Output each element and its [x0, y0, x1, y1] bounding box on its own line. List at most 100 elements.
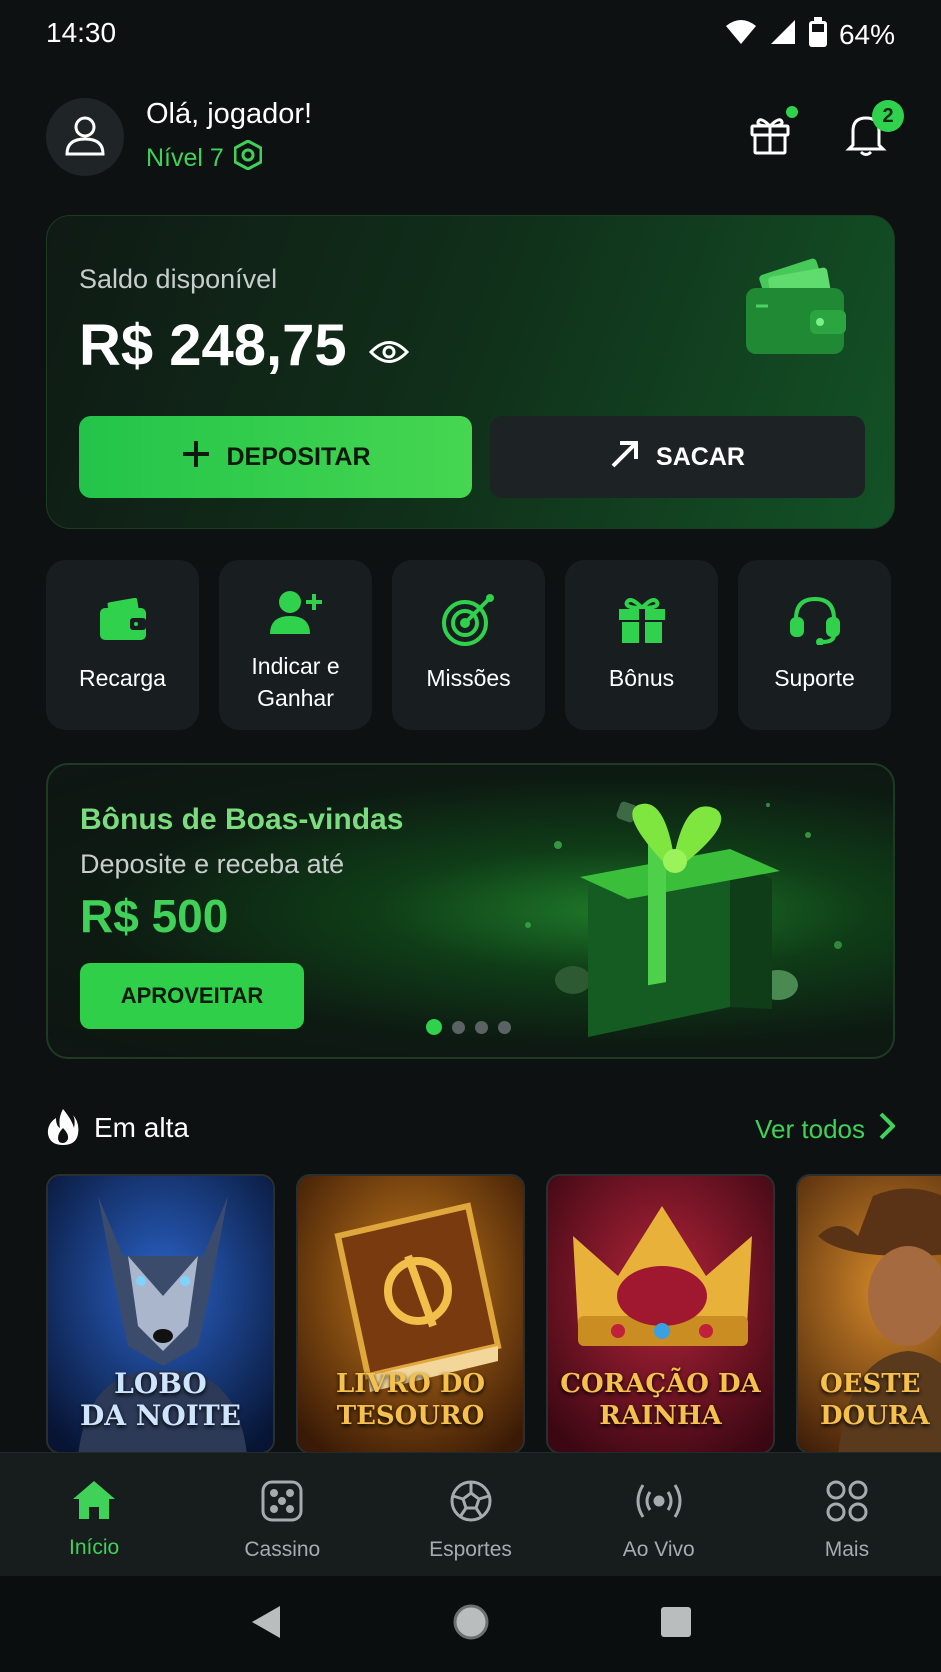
quick-action-bonus[interactable]: Bônus	[565, 560, 718, 730]
promo-title: Bônus de Boas-vindas	[80, 803, 404, 836]
user-icon	[63, 113, 107, 162]
quick-action-suporte[interactable]: Suporte	[738, 560, 891, 730]
game-card[interactable]: OESTE DOURA	[796, 1174, 941, 1454]
nav-item-esportes[interactable]: Esportes	[376, 1453, 564, 1576]
withdraw-label: SACAR	[656, 442, 745, 471]
game-card[interactable]: CORAÇÃO DA RAINHA	[546, 1174, 775, 1454]
promo-banner[interactable]: Bônus de Boas-vindas Deposite e receba a…	[46, 763, 895, 1059]
nav-item-ao-vivo[interactable]: Ao Vivo	[565, 1453, 753, 1576]
balance-card: Saldo disponível R$ 248,75 DEPOSITAR SAC…	[46, 215, 895, 529]
nav-item-cassino[interactable]: Cassino	[188, 1453, 376, 1576]
game-title-line1: CORAÇÃO DA	[560, 1369, 761, 1399]
balance-value-row: R$ 248,75	[79, 312, 409, 379]
battery-percent: 64%	[838, 18, 895, 50]
plus-icon	[181, 439, 211, 476]
nav-label: Mais	[824, 1538, 870, 1561]
battery-icon	[808, 17, 827, 52]
carousel-dot[interactable]	[452, 1020, 465, 1034]
trending-header: Em alta Ver todos	[46, 1108, 896, 1152]
wallet-icon	[98, 590, 148, 650]
eye-icon[interactable]	[368, 312, 409, 379]
game-title: LOBO DA NOITE	[48, 1368, 273, 1432]
broadcast-icon	[635, 1479, 683, 1528]
nav-label: Ao Vivo	[622, 1538, 695, 1561]
wallet-illustration	[740, 258, 850, 358]
wifi-icon	[725, 18, 757, 51]
gift-indicator-dot	[786, 106, 798, 118]
trending-games-carousel[interactable]: LOBO DA NOITE LIVRO DO TESOURO CORAÇÃO D…	[46, 1174, 941, 1454]
nav-item-inicio[interactable]: Início	[0, 1453, 188, 1576]
quick-action-missoes[interactable]: Missões	[392, 560, 545, 730]
see-all-link[interactable]: Ver todos	[755, 1112, 896, 1147]
promo-claim-button[interactable]: APROVEITAR	[80, 963, 304, 1029]
nav-label: Cassino	[244, 1538, 321, 1561]
game-title-line2: DA NOITE	[79, 1399, 241, 1432]
game-title-line1: LIVRO DO	[335, 1369, 486, 1399]
nav-label: Esportes	[429, 1538, 512, 1561]
nav-label: Início	[69, 1536, 120, 1559]
quick-action-label: Indicar e Ganhar	[251, 653, 340, 711]
status-icons: 64%	[725, 17, 895, 52]
gift-icon	[617, 590, 667, 650]
gift-box-illustration	[468, 775, 888, 1055]
gift-icon	[748, 112, 792, 161]
game-card[interactable]: LOBO DA NOITE	[46, 1174, 275, 1454]
system-navigation-bar	[0, 1576, 941, 1672]
signal-icon	[769, 18, 797, 51]
gift-button[interactable]	[742, 106, 798, 164]
bottom-nav: Início Cassino Esportes Ao Vivo Mais	[0, 1452, 941, 1576]
quick-action-label: Missões	[426, 665, 511, 691]
quick-action-label: Bônus	[608, 665, 675, 691]
chevron-right-icon	[879, 1112, 896, 1147]
fire-icon	[46, 1108, 80, 1151]
notifications-button[interactable]: 2	[838, 100, 904, 164]
recents-icon[interactable]	[660, 1606, 692, 1643]
carousel-dots	[426, 1019, 511, 1035]
quick-action-recarga[interactable]: Recarga	[46, 560, 199, 730]
game-title-line2: TESOURO	[336, 1401, 485, 1431]
home-circle-icon[interactable]	[452, 1603, 490, 1646]
status-bar: 14:30 64%	[0, 0, 941, 68]
game-title: LIVRO DO TESOURO	[298, 1368, 523, 1432]
carousel-dot[interactable]	[475, 1020, 488, 1034]
carousel-dot-active[interactable]	[426, 1019, 442, 1035]
add-user-icon	[269, 582, 322, 642]
game-title-line1: LOBO	[114, 1367, 207, 1400]
quick-actions: Recarga Indicar e Ganhar Missões Bônus S…	[46, 560, 895, 730]
balance-label: Saldo disponível	[79, 264, 278, 294]
status-time: 14:30	[46, 17, 117, 48]
game-card[interactable]: LIVRO DO TESOURO	[296, 1174, 525, 1454]
promo-amount: R$ 500	[80, 890, 229, 942]
notification-badge: 2	[872, 100, 904, 132]
deposit-button[interactable]: DEPOSITAR	[79, 416, 472, 498]
withdraw-button[interactable]: SACAR	[490, 416, 865, 498]
target-icon	[441, 590, 497, 650]
quick-action-label: Recarga	[79, 665, 166, 691]
greeting: Olá, jogador!	[146, 98, 313, 130]
game-title-line2: RAINHA	[599, 1401, 722, 1431]
level-label: Nível 7	[146, 144, 224, 172]
arrow-up-right-icon	[610, 439, 640, 476]
dice-icon	[260, 1479, 304, 1528]
avatar[interactable]	[46, 98, 124, 176]
carousel-dot[interactable]	[498, 1020, 511, 1034]
header: Olá, jogador! Nível 7 2	[46, 98, 904, 178]
deposit-label: DEPOSITAR	[226, 442, 371, 471]
back-icon[interactable]	[250, 1604, 282, 1645]
player-level: Nível 7	[146, 139, 263, 177]
home-icon	[71, 1479, 117, 1526]
game-title-line1: OESTE	[820, 1369, 921, 1399]
soccer-ball-icon	[449, 1479, 493, 1528]
headset-icon	[789, 590, 840, 650]
nav-item-mais[interactable]: Mais	[753, 1453, 941, 1576]
game-title-line2: DOURA	[820, 1401, 930, 1431]
trending-title: Em alta	[94, 1112, 189, 1143]
game-title: CORAÇÃO DA RAINHA	[548, 1368, 773, 1432]
balance-value: R$ 248,75	[79, 313, 347, 378]
game-title: OESTE DOURA	[798, 1368, 941, 1432]
grid-icon	[825, 1479, 869, 1528]
quick-action-label: Suporte	[774, 665, 855, 691]
quick-action-indicar[interactable]: Indicar e Ganhar	[219, 560, 372, 730]
promo-subtitle: Deposite e receba até	[80, 849, 345, 879]
see-all-label: Ver todos	[755, 1114, 865, 1144]
